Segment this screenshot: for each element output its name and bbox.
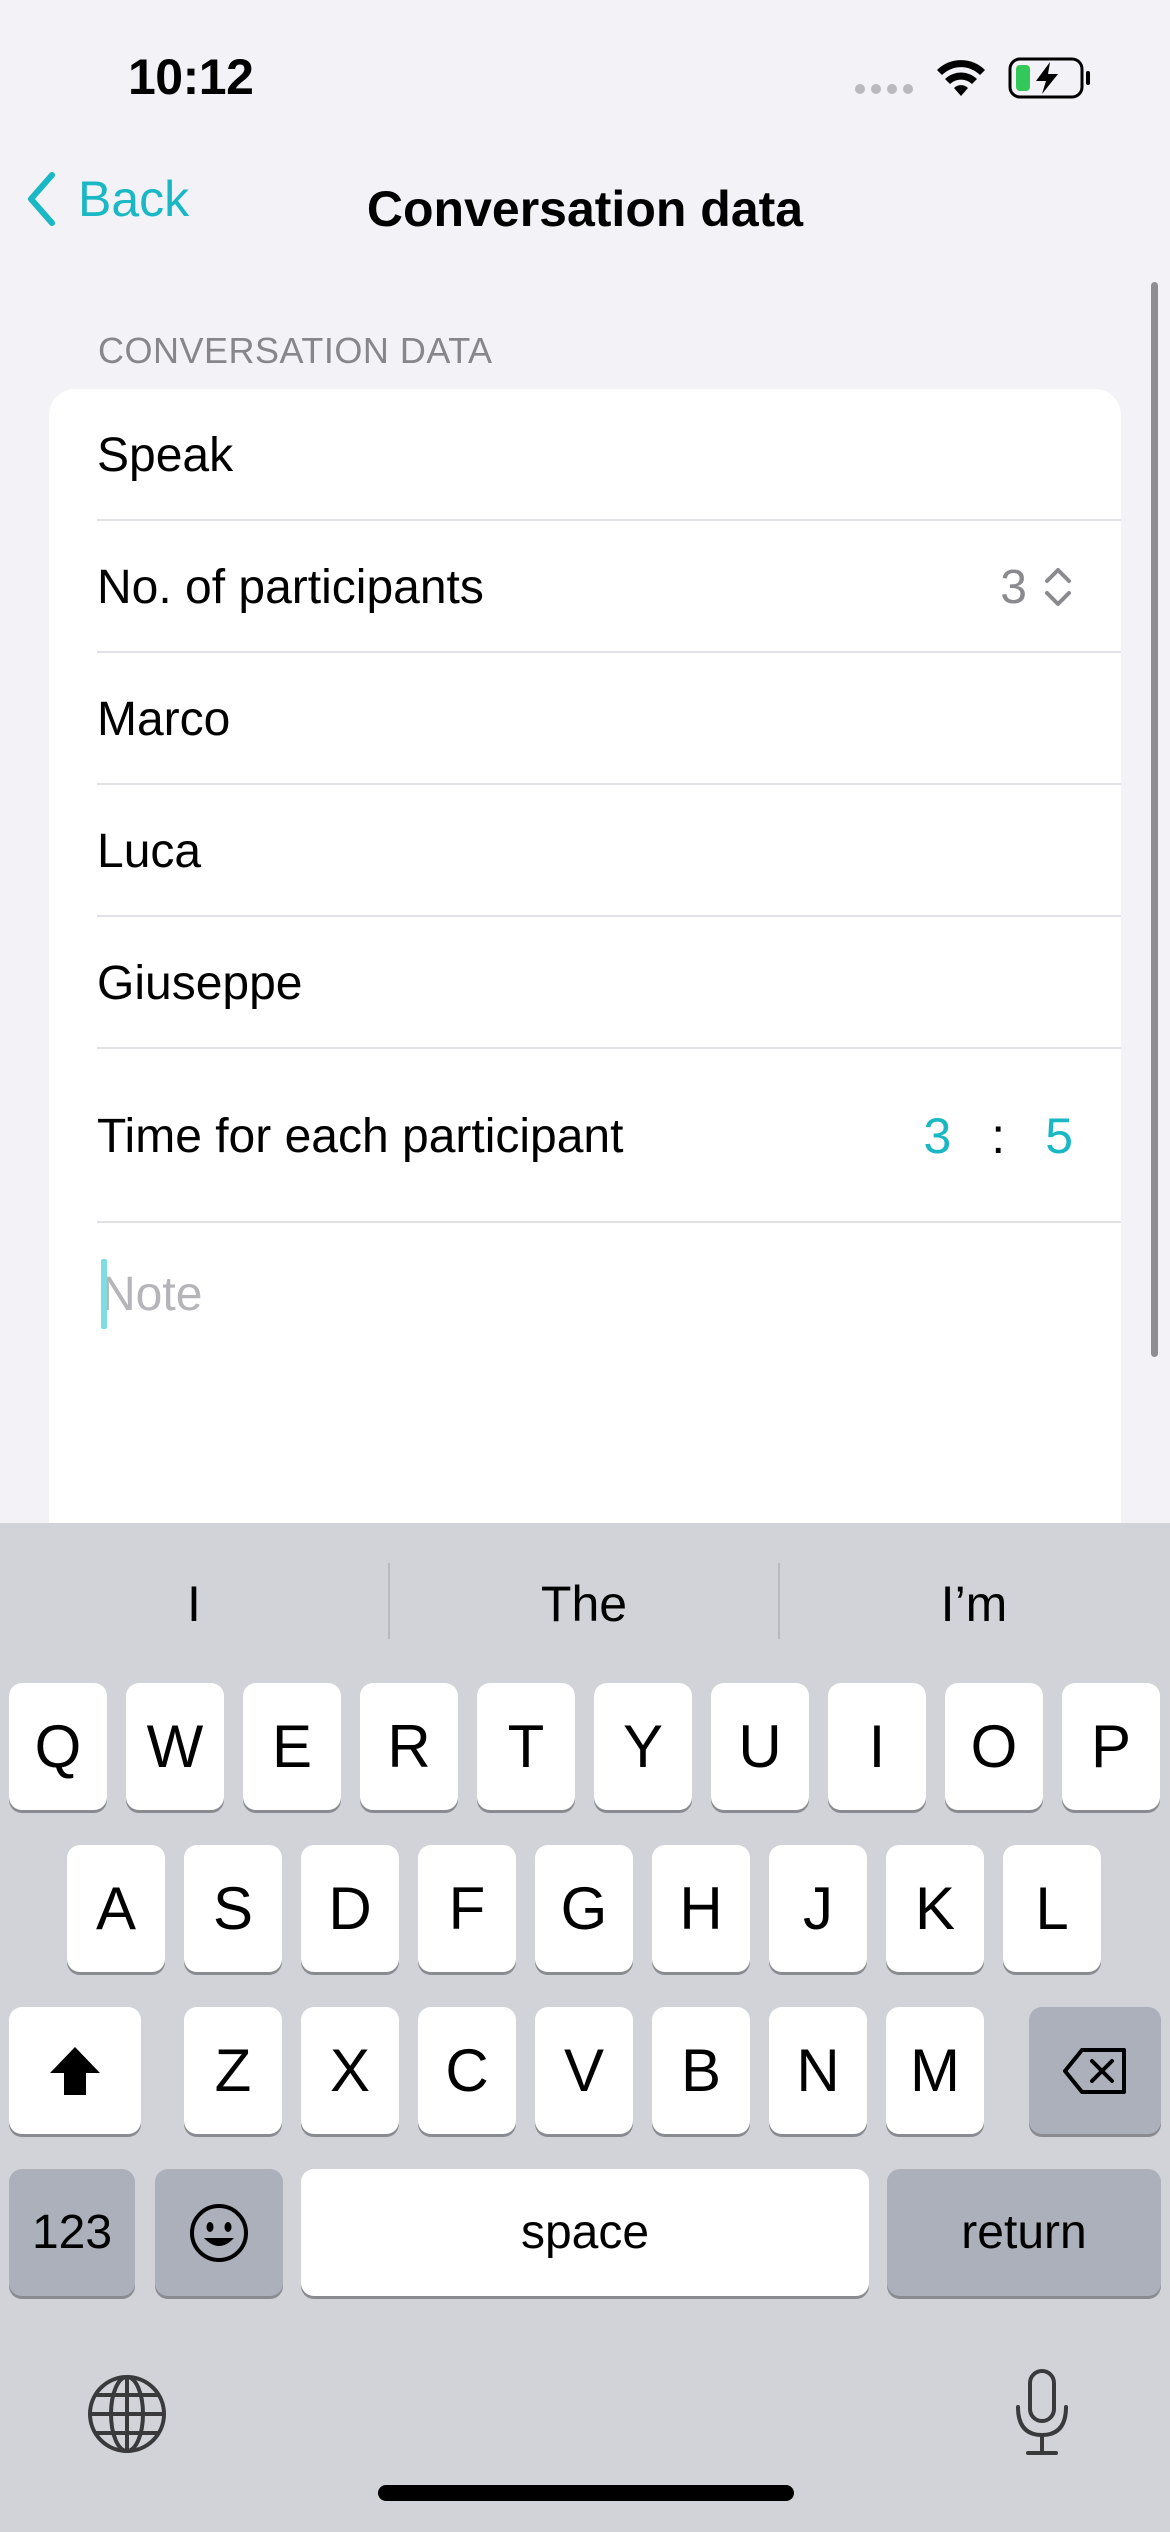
participant-name-3: Giuseppe [97,956,303,1010]
key-k[interactable]: K [886,1845,984,1972]
time-seconds-value[interactable]: 5 [1045,1107,1073,1165]
battery-charging-icon [1008,57,1090,99]
section-header: CONVERSATION DATA [98,330,493,371]
note-placeholder: Note [101,1267,203,1321]
note-field[interactable]: Note [97,1259,202,1329]
key-p[interactable]: P [1062,1683,1160,1810]
return-key[interactable]: return [887,2169,1161,2296]
key-j[interactable]: J [769,1845,867,1972]
key-l[interactable]: L [1003,1845,1101,1972]
key-x[interactable]: X [301,2007,399,2134]
participant-field-3[interactable]: Giuseppe [97,917,1121,1049]
key-q[interactable]: Q [9,1683,107,1810]
participants-count-value: 3 [1000,560,1027,614]
shift-key[interactable] [9,2007,141,2134]
key-r[interactable]: R [360,1683,458,1810]
key-n[interactable]: N [769,2007,867,2134]
navigation-bar: Back Conversation data [0,150,1170,270]
key-e[interactable]: E [243,1683,341,1810]
participant-name-1: Marco [97,692,231,746]
key-b[interactable]: B [652,2007,750,2134]
keyboard: I The I’m Q W E R T Y U I O P A S D F G … [0,1523,1170,2532]
key-f[interactable]: F [418,1845,516,1972]
time-per-participant-row[interactable]: Time for each participant 3 : 5 [97,1049,1121,1223]
time-minutes-value[interactable]: 3 [923,1107,951,1165]
text-cursor [101,1259,107,1329]
speak-label: Speak [97,428,234,482]
space-key[interactable]: space [301,2169,869,2296]
key-h[interactable]: H [652,1845,750,1972]
shift-arrow-icon [50,2046,100,2095]
key-m[interactable]: M [886,2007,984,2134]
key-c[interactable]: C [418,2007,516,2134]
participants-count-row[interactable]: No. of participants 3 [97,521,1121,653]
wifi-icon [937,60,985,96]
suggestion-1[interactable]: I [0,1575,388,1633]
time-per-participant-label: Time for each participant [97,1109,624,1163]
status-bar: 10:12 [0,0,1170,150]
emoji-key[interactable] [155,2169,283,2296]
suggestion-2[interactable]: The [390,1575,778,1633]
delete-backward-icon [1063,2047,1126,2094]
time-picker[interactable]: 3 : 5 [923,1107,1073,1165]
cellular-signal-icon [855,84,913,94]
key-o[interactable]: O [945,1683,1043,1810]
chevron-up-down-icon [1045,568,1071,606]
microphone-icon[interactable] [1012,2367,1072,2459]
participant-field-2[interactable]: Luca [97,785,1121,917]
participant-name-2: Luca [97,824,202,878]
delete-key[interactable] [1029,2007,1161,2134]
key-z[interactable]: Z [184,2007,282,2134]
key-v[interactable]: V [535,2007,633,2134]
page-title: Conversation data [366,181,804,237]
time-separator: : [991,1108,1006,1164]
conversation-form-card: Speak No. of participants 3 Marco Luca G… [49,389,1121,1589]
key-y[interactable]: Y [594,1683,692,1810]
status-time: 10:12 [128,49,254,105]
participants-stepper[interactable]: 3 [1000,560,1073,615]
key-a[interactable]: A [67,1845,165,1972]
emoji-icon [190,2203,248,2262]
screen: 10:12 Back Conversation data CONVERSATIO… [0,0,1170,2532]
predictive-bar: I The I’m [0,1523,1170,1678]
home-indicator[interactable] [378,2485,794,2501]
numbers-key[interactable]: 123 [9,2169,135,2296]
participants-count-label: No. of participants [97,560,484,614]
globe-icon[interactable] [86,2373,168,2455]
key-i[interactable]: I [828,1683,926,1810]
key-d[interactable]: D [301,1845,399,1972]
key-g[interactable]: G [535,1845,633,1972]
key-s[interactable]: S [184,1845,282,1972]
suggestion-3[interactable]: I’m [780,1575,1168,1633]
speak-row[interactable]: Speak [97,389,1121,521]
key-t[interactable]: T [477,1683,575,1810]
scroll-indicator[interactable] [1151,282,1158,1357]
key-w[interactable]: W [126,1683,224,1810]
participant-field-1[interactable]: Marco [97,653,1121,785]
key-u[interactable]: U [711,1683,809,1810]
